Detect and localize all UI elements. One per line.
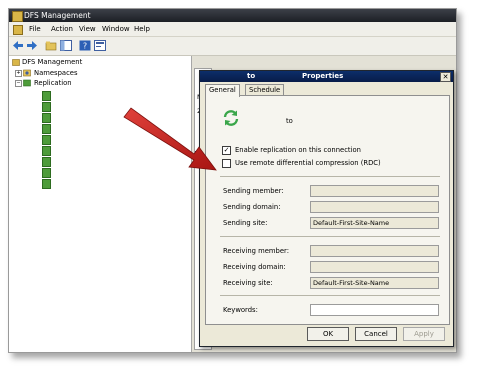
- replication-group-icon[interactable]: [42, 179, 51, 189]
- replication-group-icon[interactable]: [42, 168, 51, 178]
- sending-member-label: Sending member:: [223, 187, 284, 195]
- menu-action[interactable]: Action: [51, 25, 73, 33]
- help-icon[interactable]: ?: [79, 40, 91, 51]
- expand-namespaces-toggle[interactable]: +: [15, 70, 22, 77]
- replication-group-icon[interactable]: [42, 146, 51, 156]
- properties-dialog: to Properties ✕ General Schedule to ✓ En…: [199, 70, 454, 347]
- properties-icon[interactable]: [94, 40, 106, 51]
- ok-button[interactable]: OK: [307, 327, 349, 341]
- replication-group-icon[interactable]: [42, 91, 51, 101]
- collapse-replication-toggle[interactable]: −: [15, 80, 22, 87]
- menu-file[interactable]: File: [29, 25, 41, 33]
- menu-help[interactable]: Help: [134, 25, 150, 33]
- namespaces-icon: [23, 69, 31, 77]
- receiving-domain-label: Receiving domain:: [223, 263, 286, 271]
- replication-group-icon[interactable]: [42, 113, 51, 123]
- sending-site-field: Default-First-Site-Name: [310, 217, 439, 229]
- menu-window[interactable]: Window: [102, 25, 130, 33]
- dialog-title-bar: to Properties ✕: [200, 71, 453, 82]
- connection-header-to: to: [286, 117, 293, 125]
- forward-arrow-icon[interactable]: [26, 40, 38, 51]
- menu-bar: File Action View Window Help: [9, 22, 456, 37]
- receiving-site-field: Default-First-Site-Name: [310, 277, 439, 289]
- enable-replication-checkbox[interactable]: ✓: [222, 146, 231, 155]
- general-tab-panel: to ✓ Enable replication on this connecti…: [205, 95, 450, 325]
- back-arrow-icon[interactable]: [12, 40, 24, 51]
- receiving-member-label: Receiving member:: [223, 247, 289, 255]
- keywords-label: Keywords:: [223, 306, 258, 314]
- show-hide-tree-icon[interactable]: [60, 40, 72, 51]
- toolbar: ?: [9, 37, 456, 56]
- dialog-title-properties: Properties: [302, 72, 344, 80]
- window-title-bar: DFS Management: [9, 9, 456, 22]
- replication-icon: [23, 79, 31, 87]
- sending-domain-field: [310, 201, 439, 213]
- replication-group-icon[interactable]: [42, 102, 51, 112]
- replication-group-icon[interactable]: [42, 124, 51, 134]
- svg-text:?: ?: [83, 42, 87, 51]
- tree-item-replication[interactable]: Replication: [34, 79, 72, 87]
- replication-group-icon[interactable]: [42, 135, 51, 145]
- dfs-root-icon: [12, 59, 20, 66]
- sending-member-field: [310, 185, 439, 197]
- receiving-member-field: [310, 245, 439, 257]
- close-icon[interactable]: ✕: [440, 72, 451, 82]
- receiving-domain-field: [310, 261, 439, 273]
- tree-item-dfs-management[interactable]: DFS Management: [22, 58, 82, 66]
- console-tree: DFS Management + Namespaces − Replicatio…: [9, 56, 192, 352]
- dialog-title-to: to: [247, 72, 256, 80]
- divider: [220, 236, 440, 237]
- window-title: DFS Management: [24, 11, 91, 20]
- divider: [220, 295, 440, 296]
- dfs-app-icon: [12, 11, 23, 22]
- menu-view[interactable]: View: [79, 25, 96, 33]
- up-folder-icon[interactable]: [45, 40, 57, 51]
- sending-domain-label: Sending domain:: [223, 203, 281, 211]
- rdc-label: Use remote differential compression (RDC…: [235, 159, 381, 167]
- tab-general[interactable]: General: [205, 84, 240, 97]
- rdc-checkbox[interactable]: [222, 159, 231, 168]
- console-icon: [13, 25, 23, 35]
- enable-replication-label: Enable replication on this connection: [235, 146, 361, 154]
- apply-button[interactable]: Apply: [403, 327, 445, 341]
- sending-site-label: Sending site:: [223, 219, 268, 227]
- sync-arrows-icon: [223, 110, 239, 126]
- divider: [220, 176, 440, 177]
- cancel-button[interactable]: Cancel: [355, 327, 397, 341]
- keywords-input[interactable]: [310, 304, 439, 316]
- replication-group-icon[interactable]: [42, 157, 51, 167]
- receiving-site-label: Receiving site:: [223, 279, 273, 287]
- tree-item-namespaces[interactable]: Namespaces: [34, 69, 78, 77]
